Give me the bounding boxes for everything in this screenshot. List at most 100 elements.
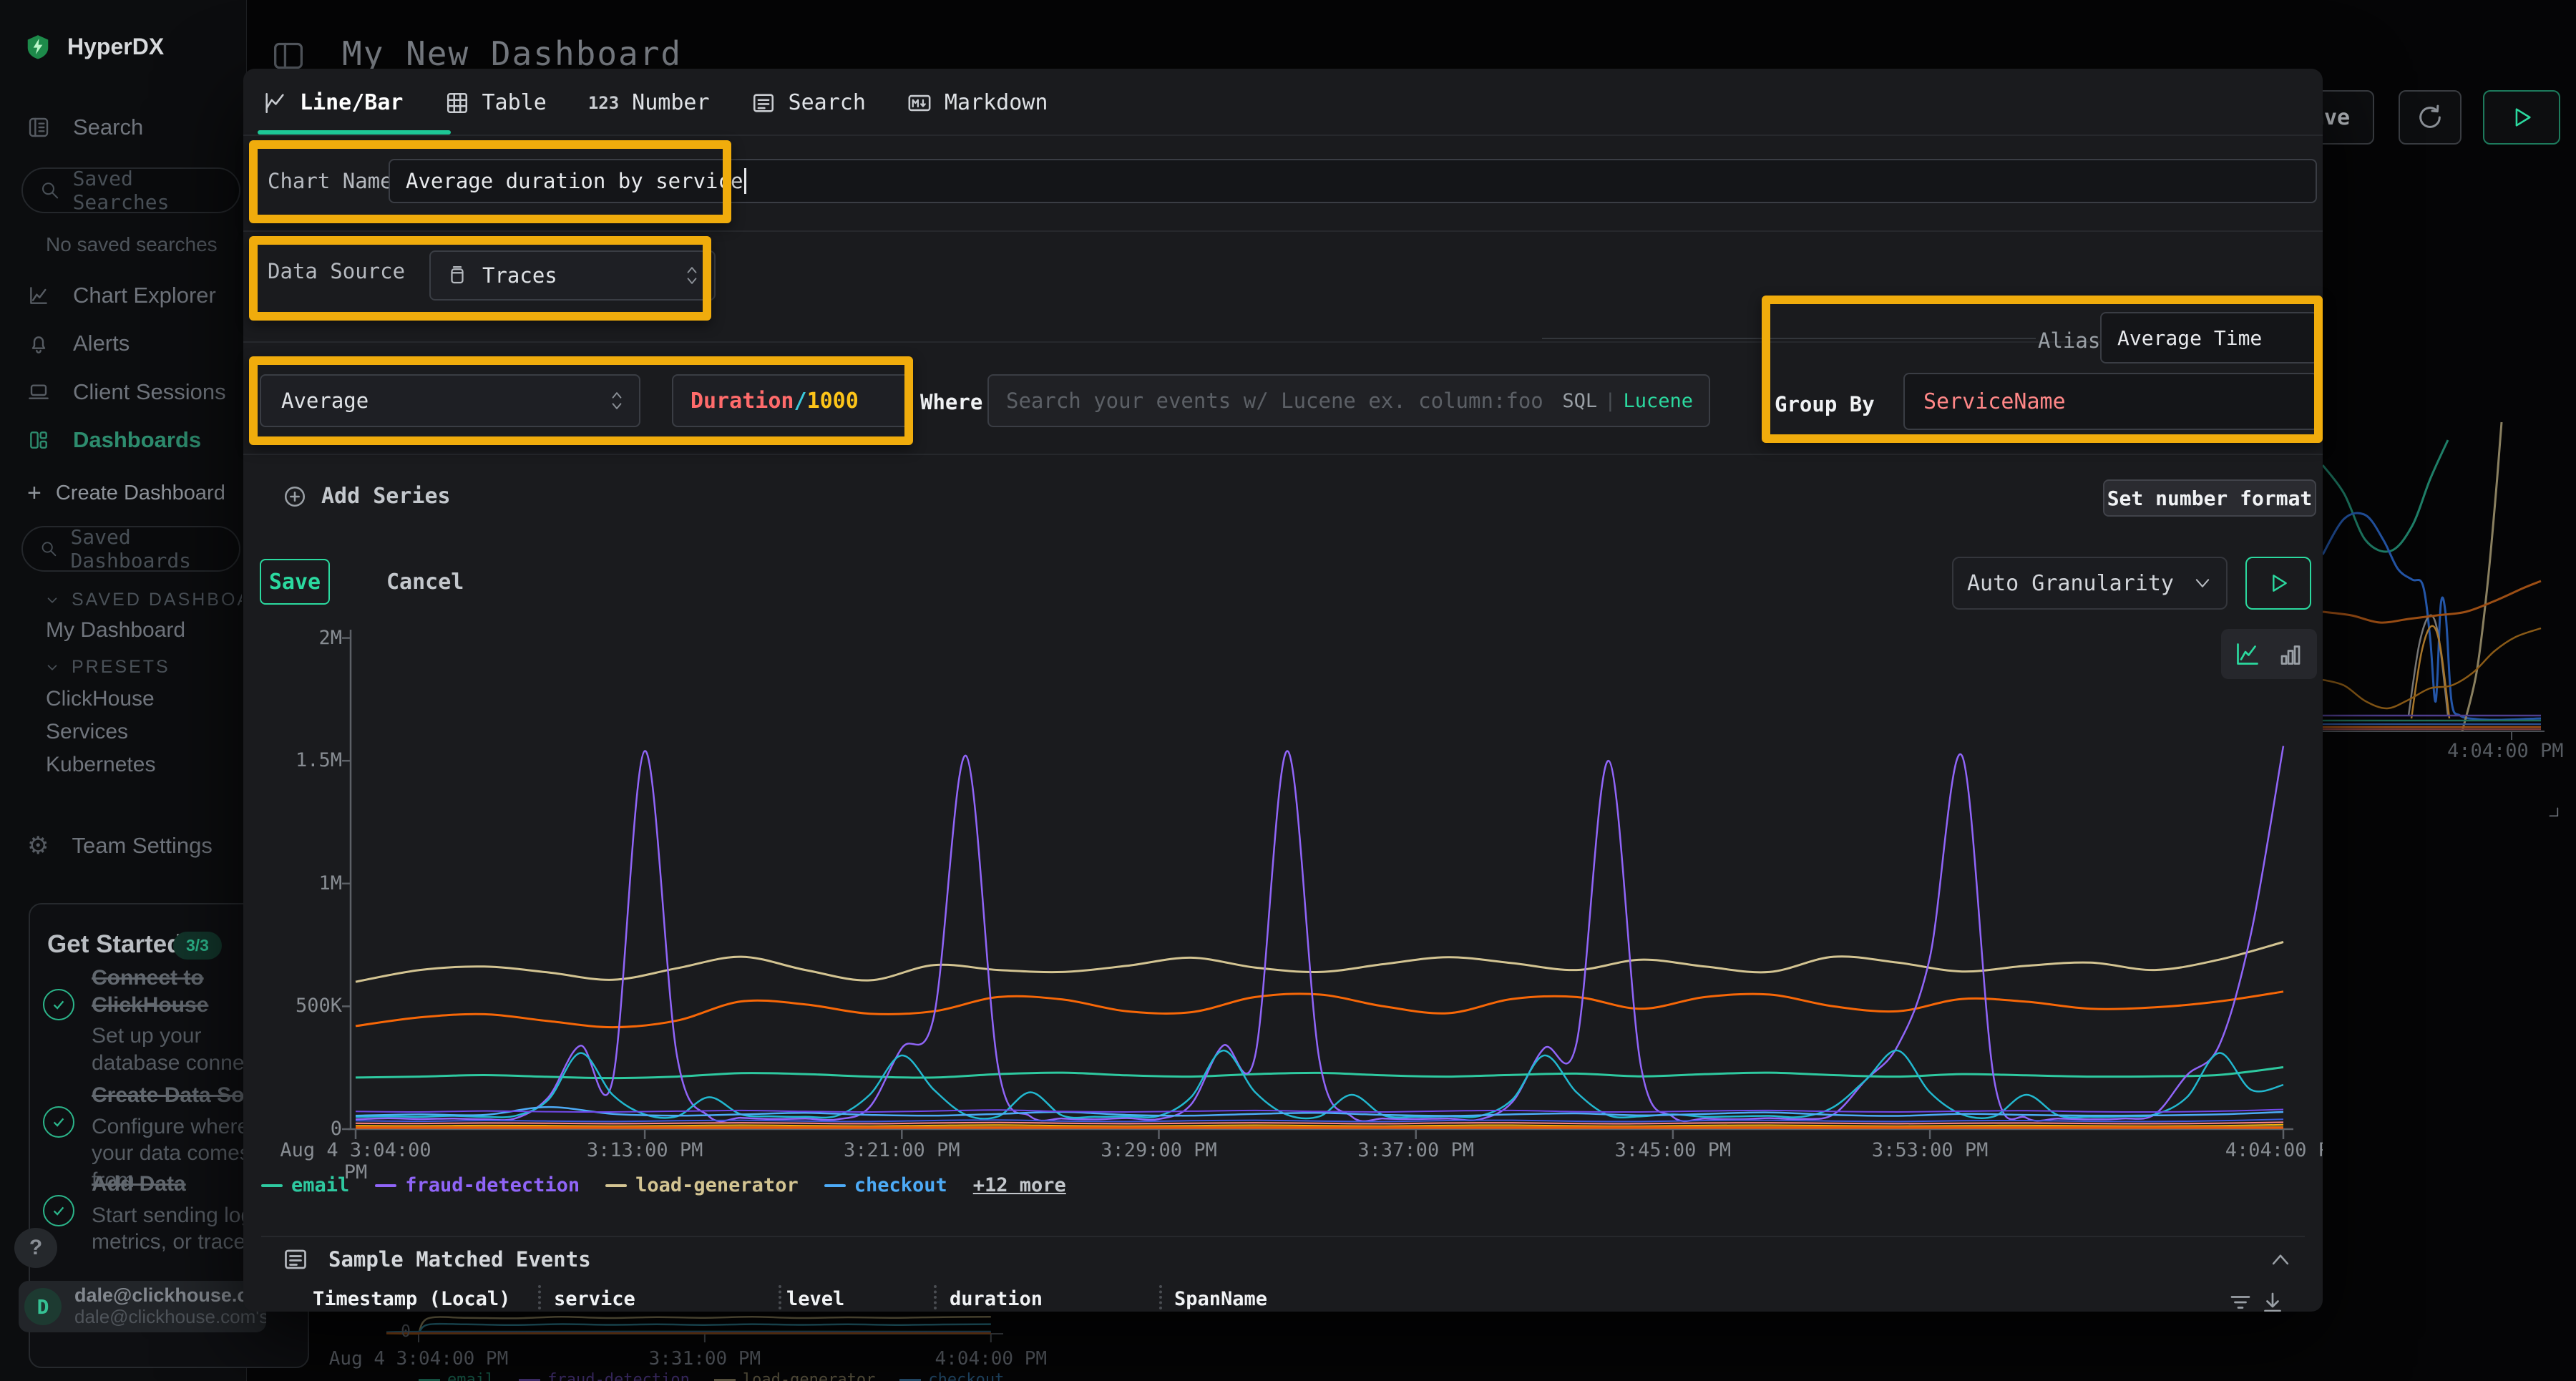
y-axis-tick: 500K bbox=[243, 995, 342, 1017]
table-icon bbox=[445, 91, 469, 115]
mini-chart-x-tick: 3:31:00 PM bbox=[612, 1348, 798, 1370]
gear-icon: ⚙ bbox=[27, 834, 49, 858]
y-axis-tick: 2M bbox=[243, 627, 342, 649]
where-label: Where bbox=[920, 390, 982, 414]
granularity-select[interactable]: Auto Granularity bbox=[1952, 557, 2228, 610]
tab-markdown[interactable]: Markdown bbox=[907, 90, 1048, 115]
create-dashboard-button[interactable]: + Create Dashboard bbox=[27, 481, 225, 505]
presets-section[interactable]: PRESETS bbox=[44, 657, 242, 678]
mini-chart-x-tick: 4:04:00 PM bbox=[898, 1348, 1084, 1370]
legend-item[interactable]: load-generator bbox=[605, 1174, 799, 1196]
preset-item-clickhouse[interactable]: ClickHouse bbox=[46, 687, 155, 711]
y-axis-tick: 0 bbox=[243, 1118, 342, 1140]
column-resize-handle[interactable] bbox=[934, 1285, 937, 1309]
saved-dashboard-item[interactable]: My Dashboard bbox=[46, 618, 185, 643]
cancel-button[interactable]: Cancel bbox=[386, 570, 464, 595]
tab-line-bar[interactable]: Line/Bar bbox=[263, 90, 404, 115]
background-chart-x-label: 4:04:00 PM bbox=[2447, 740, 2564, 762]
legend-more-link[interactable]: +12 more bbox=[973, 1174, 1066, 1196]
search-icon bbox=[40, 539, 57, 559]
preset-item-services[interactable]: Services bbox=[46, 720, 128, 744]
legend-swatch bbox=[824, 1184, 846, 1187]
screen: HyperDX Search Chart Explorer Alerts Client… bbox=[0, 0, 2576, 1381]
sample-matched-events-header[interactable]: Sample Matched Events bbox=[283, 1246, 591, 1272]
download-icon[interactable] bbox=[2260, 1289, 2285, 1312]
grid-icon bbox=[27, 429, 50, 452]
timeseries-chart[interactable] bbox=[286, 615, 2323, 1231]
collapse-chevron-icon[interactable] bbox=[2268, 1249, 2293, 1268]
user-menu[interactable]: D dale@clickhouse.c dale@clickhouse.com'… bbox=[19, 1281, 266, 1332]
check-circle-icon bbox=[43, 989, 74, 1020]
sidebar-item-dashboards[interactable]: Dashboards bbox=[27, 427, 201, 453]
text-cursor bbox=[744, 168, 746, 194]
run-query-button[interactable] bbox=[2245, 557, 2311, 610]
chevron-down-icon bbox=[44, 592, 60, 608]
column-header-level[interactable]: level bbox=[786, 1288, 844, 1310]
y-axis-tick: 1M bbox=[243, 872, 342, 894]
set-number-format-button[interactable]: Set number format bbox=[2103, 479, 2316, 517]
tab-search[interactable]: Search bbox=[751, 90, 866, 115]
background-legend-item: load-generator bbox=[714, 1371, 875, 1381]
filter-icon[interactable] bbox=[2228, 1289, 2253, 1312]
sidebar-item-alerts[interactable]: Alerts bbox=[27, 331, 130, 356]
legend-swatch bbox=[375, 1184, 396, 1187]
tab-table[interactable]: Table bbox=[445, 90, 547, 115]
where-search-input[interactable]: Search your events w/ Lucene ex. column:… bbox=[987, 374, 1710, 427]
mini-chart-y-zero: 0 bbox=[385, 1322, 411, 1341]
column-header-service[interactable]: service bbox=[554, 1288, 635, 1310]
save-button[interactable]: Save bbox=[260, 559, 330, 605]
add-series-button[interactable]: Add Series bbox=[283, 484, 451, 509]
background-legend-item: fraud-detection bbox=[519, 1371, 690, 1381]
preset-item-kubernetes[interactable]: Kubernetes bbox=[46, 753, 155, 777]
column-header-timestamp-local-[interactable]: Timestamp (Local) bbox=[313, 1288, 510, 1310]
legend-item[interactable]: email bbox=[261, 1174, 349, 1196]
annotation-chart-name bbox=[249, 140, 731, 223]
column-header-duration[interactable]: duration bbox=[950, 1288, 1043, 1310]
saved-searches-placeholder: Saved Searches bbox=[73, 167, 239, 214]
legend-swatch bbox=[261, 1184, 283, 1187]
avatar: D bbox=[24, 1288, 62, 1325]
doc-icon bbox=[27, 116, 50, 139]
sidebar-item-team-settings[interactable]: ⚙ Team Settings bbox=[27, 833, 213, 859]
refresh-button[interactable] bbox=[2399, 90, 2462, 145]
column-resize-handle[interactable] bbox=[538, 1285, 541, 1309]
tab-number[interactable]: 123Number bbox=[588, 90, 710, 115]
saved-dashboards-section[interactable]: SAVED DASHBOARDS bbox=[44, 590, 242, 610]
query-language-toggle[interactable]: SQL|Lucene bbox=[1562, 390, 1693, 412]
legend-item[interactable]: checkout bbox=[824, 1174, 947, 1196]
legend-swatch bbox=[605, 1184, 627, 1187]
column-header-spanname[interactable]: SpanName bbox=[1174, 1288, 1267, 1310]
sidebar-item-search[interactable]: Search bbox=[27, 114, 143, 140]
check-circle-icon bbox=[43, 1106, 74, 1138]
chevron-down-icon bbox=[2192, 573, 2212, 593]
annotation-aggregation bbox=[249, 356, 913, 445]
column-resize-handle[interactable] bbox=[1159, 1285, 1162, 1309]
x-axis-tick: 3:45:00 PM bbox=[1580, 1139, 1766, 1161]
no-saved-searches-text: No saved searches bbox=[46, 233, 218, 256]
dashboard-run-button[interactable] bbox=[2483, 90, 2560, 145]
sidebar-collapse-icon[interactable] bbox=[273, 40, 304, 72]
list-icon bbox=[283, 1246, 308, 1272]
search-icon bbox=[40, 180, 60, 200]
saved-dashboards-input[interactable]: Saved Dashboards bbox=[21, 526, 240, 572]
x-axis-tick: 3:53:00 PM bbox=[1837, 1139, 2023, 1161]
background-legend-strip: emailfraud-detectionload-generatorchecko… bbox=[419, 1371, 1063, 1381]
resize-handle-icon[interactable] bbox=[2545, 803, 2560, 819]
app-logo[interactable]: HyperDX bbox=[24, 33, 164, 60]
background-chart-right bbox=[2323, 401, 2566, 744]
legend-item[interactable]: fraud-detection bbox=[375, 1174, 580, 1196]
column-resize-handle[interactable] bbox=[779, 1285, 781, 1309]
y-axis-tick: 1.5M bbox=[243, 749, 342, 771]
background-legend-item: checkout bbox=[899, 1371, 1004, 1381]
plus-icon: + bbox=[27, 481, 42, 505]
sidebar-item-chart-explorer[interactable]: Chart Explorer bbox=[27, 283, 216, 308]
saved-searches-input[interactable]: Saved Searches bbox=[21, 167, 240, 213]
sidebar-item-client-sessions[interactable]: Client Sessions bbox=[27, 379, 226, 405]
play-icon bbox=[2509, 105, 2534, 130]
laptop-icon bbox=[27, 381, 50, 404]
hyperdx-logo-icon bbox=[24, 33, 52, 60]
refresh-icon bbox=[2416, 103, 2444, 132]
annotation-group-by bbox=[1762, 296, 2323, 443]
chart-icon bbox=[27, 284, 50, 307]
help-button[interactable]: ? bbox=[14, 1228, 57, 1268]
